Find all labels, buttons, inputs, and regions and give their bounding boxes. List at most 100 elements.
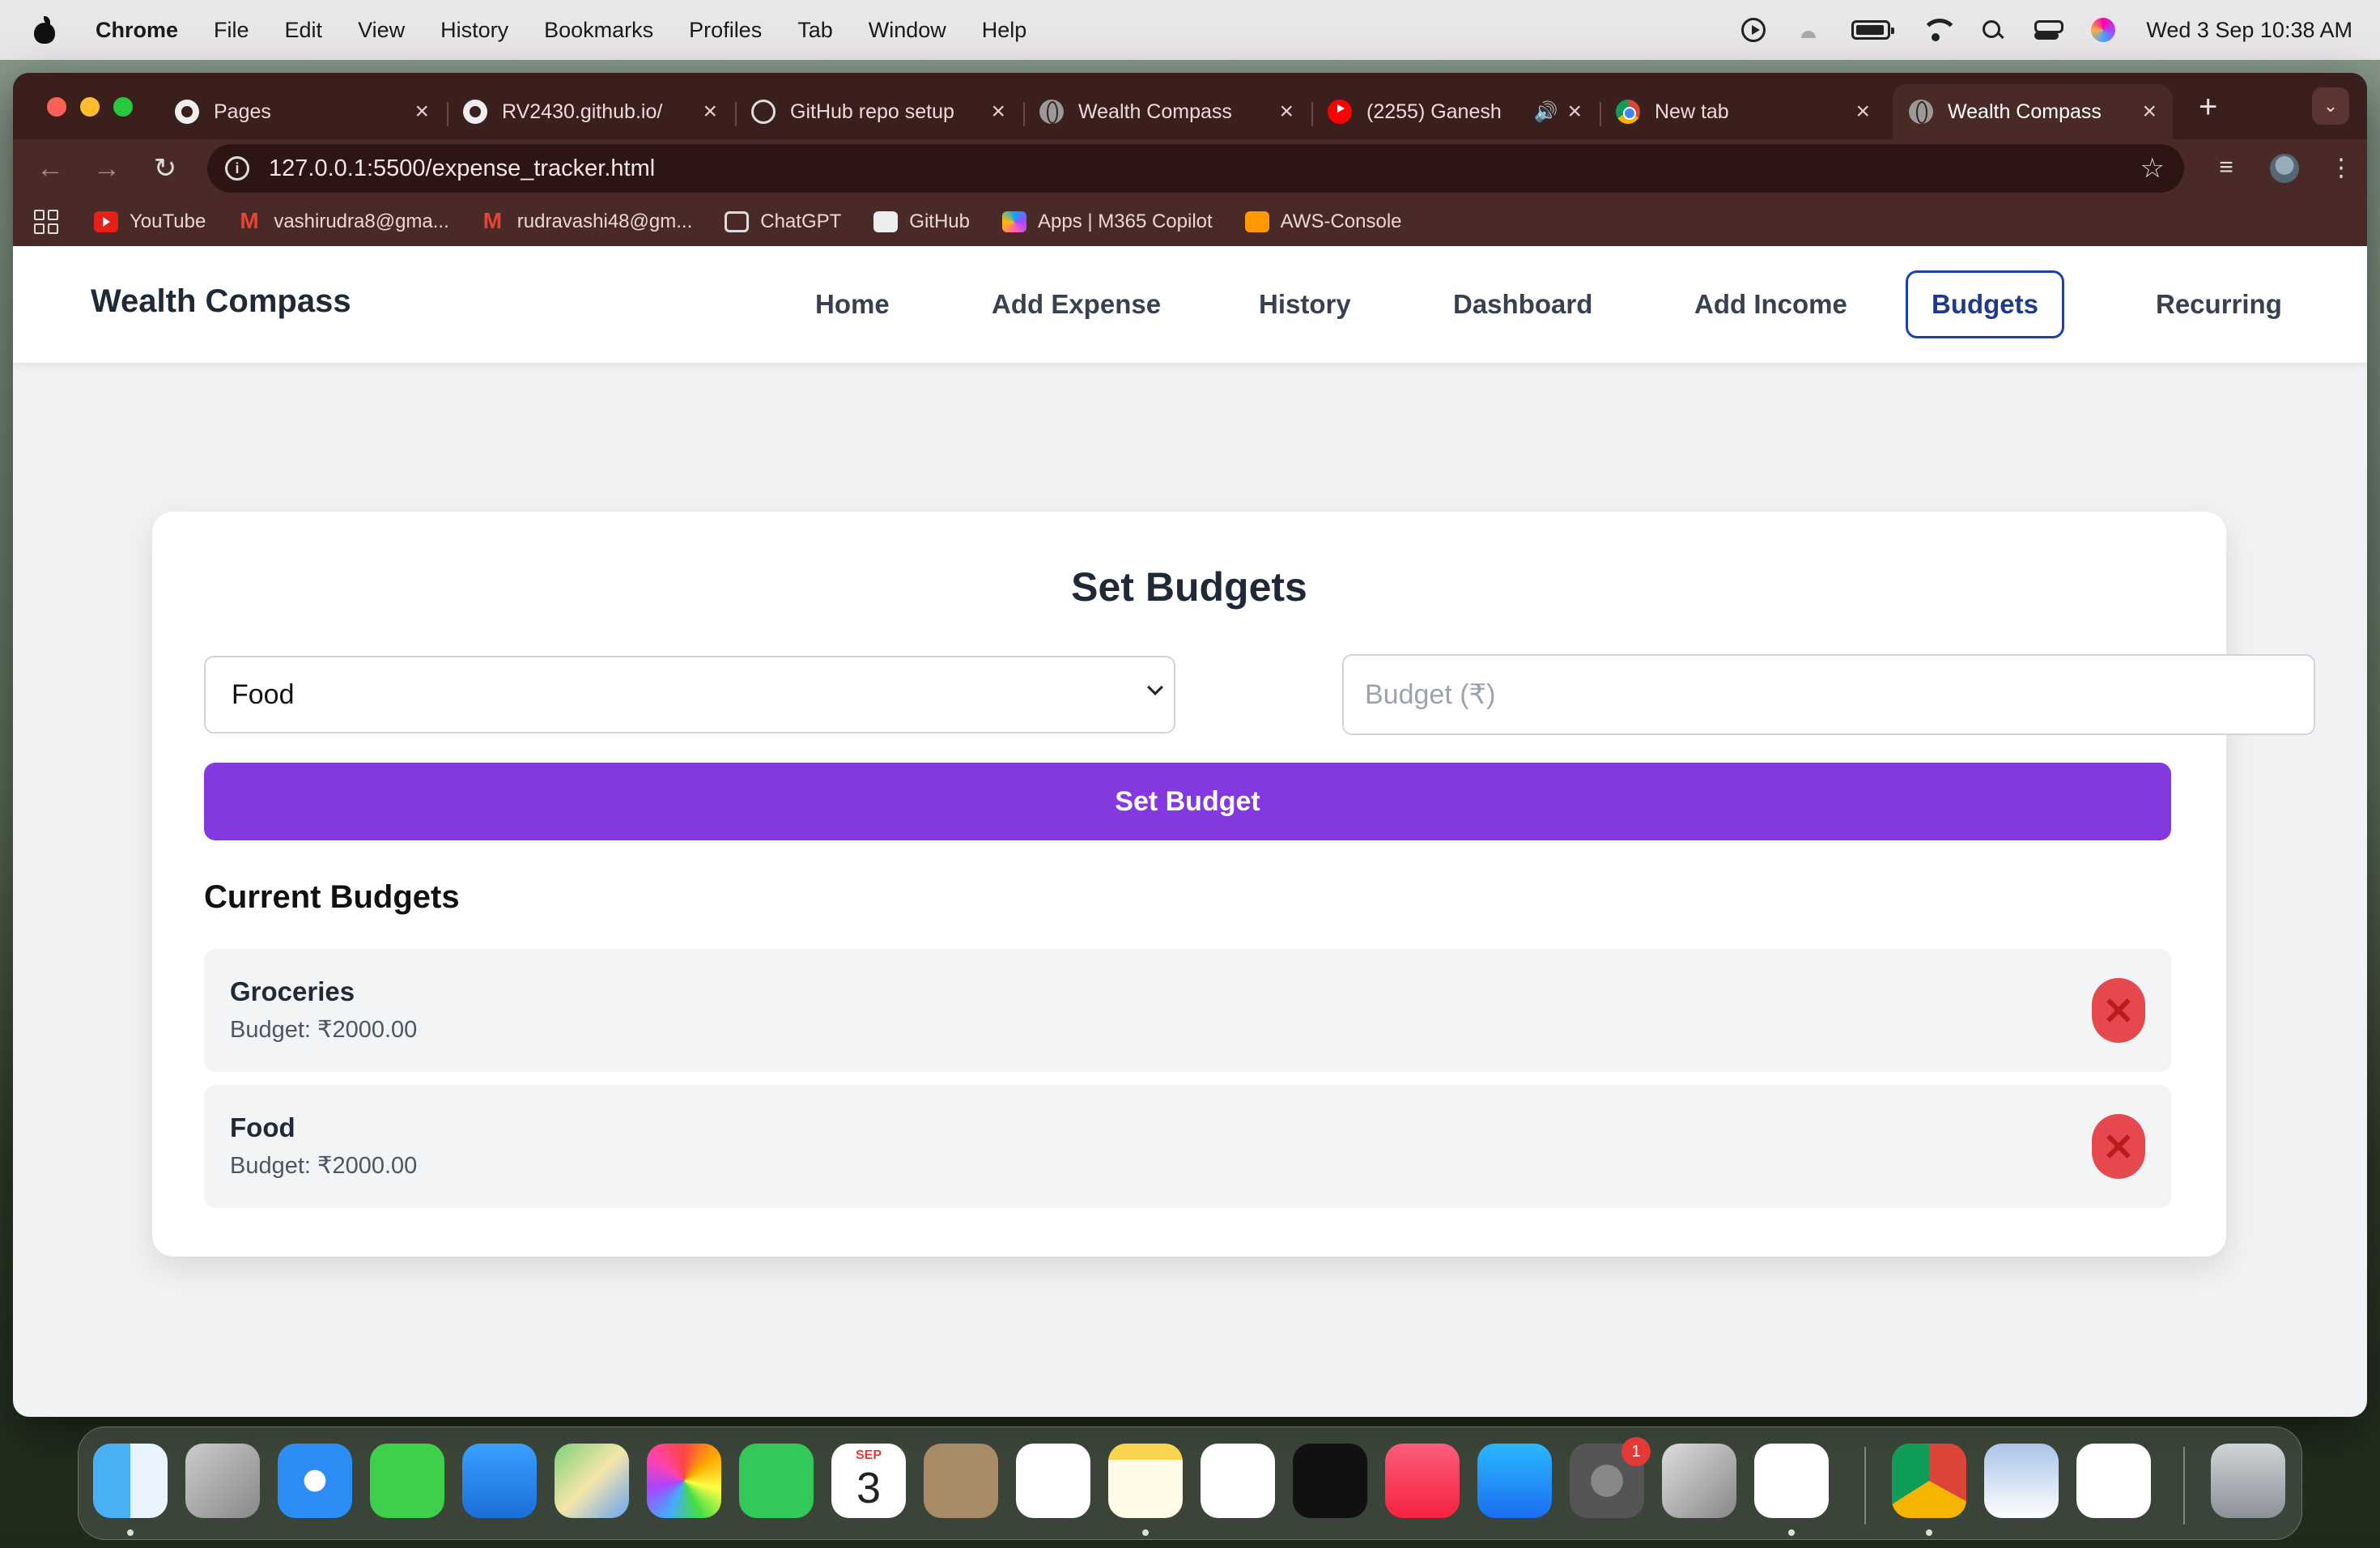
menubar-datetime[interactable]: Wed 3 Sep 10:38 AM	[2146, 18, 2352, 43]
system-settings-icon[interactable]: 1	[1570, 1437, 1651, 1518]
menu-tab[interactable]: Tab	[797, 18, 833, 43]
delete-budget-button[interactable]	[2092, 978, 2145, 1043]
back-icon[interactable]: ←	[34, 152, 66, 185]
browser-tab[interactable]: GitHub repo setup ×	[735, 84, 1022, 139]
bookmark-label: GitHub	[909, 211, 970, 232]
preview-icon[interactable]	[1984, 1444, 2059, 1518]
tab-close-icon[interactable]: ×	[414, 98, 429, 125]
nav-recurring[interactable]: Recurring	[2126, 270, 2312, 338]
dock-separator	[1864, 1447, 1866, 1525]
app-store-icon[interactable]	[1477, 1444, 1552, 1518]
minimize-window-icon[interactable]	[80, 97, 100, 117]
browser-tab[interactable]: Pages ×	[159, 84, 445, 139]
url-text[interactable]: 127.0.0.1:5500/expense_tracker.html	[269, 155, 655, 182]
apps-grid-icon[interactable]	[34, 210, 58, 234]
nav-add-expense[interactable]: Add Expense	[962, 270, 1191, 338]
running-indicator	[127, 1529, 134, 1536]
nav-history[interactable]: History	[1229, 270, 1381, 338]
control-center-icon[interactable]	[2034, 19, 2064, 41]
now-playing-icon[interactable]	[1741, 18, 1766, 42]
speaker-icon[interactable]: 🔊	[1534, 100, 1558, 124]
apple-tv-icon[interactable]	[1293, 1444, 1367, 1518]
reload-icon[interactable]: ↻	[149, 152, 181, 185]
tab-search-chevron-icon[interactable]: ⌄	[2312, 87, 2349, 125]
set-budget-button[interactable]: Set Budget	[204, 763, 2171, 840]
forward-icon[interactable]: →	[91, 152, 123, 185]
tab-close-icon[interactable]: ×	[2142, 98, 2157, 125]
menu-window[interactable]: Window	[869, 18, 946, 43]
profile-avatar[interactable]	[2270, 154, 2299, 183]
close-window-icon[interactable]	[47, 97, 66, 117]
reading-list-icon[interactable]: ≡	[2212, 154, 2241, 183]
photos-icon[interactable]	[647, 1444, 721, 1518]
music-icon[interactable]	[1385, 1444, 1460, 1518]
site-info-icon[interactable]: i	[225, 156, 249, 181]
spotlight-search-icon[interactable]	[1981, 19, 2004, 41]
nav-home[interactable]: Home	[785, 270, 920, 338]
menu-view[interactable]: View	[358, 18, 405, 43]
running-indicator	[1788, 1529, 1795, 1536]
close-icon	[2119, 1132, 2123, 1161]
calendar-icon[interactable]: SEP 3	[831, 1444, 906, 1518]
new-tab-icon[interactable]: +	[2199, 91, 2217, 123]
contacts-icon[interactable]	[924, 1444, 998, 1518]
nav-budgets[interactable]: Budgets	[1906, 270, 2064, 338]
trash-icon[interactable]	[2211, 1444, 2285, 1518]
bookmark-github[interactable]: GitHub	[873, 211, 970, 233]
site-brand[interactable]: Wealth Compass	[91, 283, 351, 320]
notes-icon[interactable]	[1108, 1444, 1183, 1518]
siri-icon[interactable]	[2091, 18, 2116, 42]
calendar-month: SEP	[855, 1448, 882, 1462]
maps-icon[interactable]	[555, 1444, 629, 1518]
browser-tab-active[interactable]: Wealth Compass ×	[1893, 84, 2173, 139]
address-bar[interactable]: i 127.0.0.1:5500/expense_tracker.html ☆	[207, 144, 2184, 193]
bookmark-m365[interactable]: Apps | M365 Copilot	[1001, 211, 1213, 233]
menu-bookmarks[interactable]: Bookmarks	[544, 18, 653, 43]
tab-close-icon[interactable]: ×	[1279, 98, 1294, 125]
safari-icon[interactable]	[278, 1444, 352, 1518]
menu-file[interactable]: File	[214, 18, 249, 43]
menu-history[interactable]: History	[440, 18, 508, 43]
browser-tab[interactable]: (2255) Ganesh 🔊 ×	[1311, 84, 1598, 139]
mail-icon[interactable]	[462, 1444, 537, 1518]
reminders-icon[interactable]	[1016, 1444, 1090, 1518]
nav-dashboard[interactable]: Dashboard	[1423, 270, 1622, 338]
browser-tab[interactable]: New tab ×	[1600, 84, 1886, 139]
menu-profiles[interactable]: Profiles	[689, 18, 762, 43]
tab-close-icon[interactable]: ×	[991, 98, 1005, 125]
wifi-icon[interactable]	[1921, 19, 1959, 41]
bookmark-chatgpt[interactable]: ChatGPT	[725, 211, 841, 233]
bookmark-youtube[interactable]: YouTube	[94, 211, 206, 233]
battery-icon[interactable]	[1851, 20, 1895, 40]
vscode-icon[interactable]	[1754, 1444, 1829, 1518]
bookmark-aws[interactable]: AWS-Console	[1244, 211, 1402, 233]
tab-close-icon[interactable]: ×	[1855, 98, 1870, 125]
menu-app-name[interactable]: Chrome	[96, 18, 178, 43]
bookmark-gmail-2[interactable]: rudravashi48@gm...	[482, 208, 692, 234]
nav-add-income[interactable]: Add Income	[1664, 270, 1877, 338]
chrome-icon[interactable]	[1892, 1444, 1966, 1518]
maximize-window-icon[interactable]	[113, 97, 133, 117]
iphone-mirroring-icon[interactable]	[1662, 1444, 1736, 1518]
menu-help[interactable]: Help	[982, 18, 1027, 43]
freeform-icon[interactable]	[1201, 1444, 1275, 1518]
tab-close-icon[interactable]: ×	[703, 98, 717, 125]
category-select[interactable]: Food	[204, 656, 1175, 734]
brightness-icon[interactable]	[1796, 22, 1821, 38]
facetime-icon[interactable]	[739, 1444, 814, 1518]
delete-budget-button[interactable]	[2092, 1114, 2145, 1179]
messages-icon[interactable]	[370, 1444, 444, 1518]
tab-close-icon[interactable]: ×	[1567, 98, 1582, 125]
launchpad-icon[interactable]	[185, 1444, 260, 1518]
chrome-window: Pages × RV2430.github.io/ × GitHub repo …	[13, 73, 2367, 1417]
apple-icon[interactable]	[32, 16, 57, 44]
menu-edit[interactable]: Edit	[285, 18, 323, 43]
bookmark-gmail-1[interactable]: vashirudra8@gma...	[238, 208, 448, 234]
chrome-menu-icon[interactable]: ⋮	[2327, 154, 2356, 183]
browser-tab[interactable]: Wealth Compass ×	[1023, 84, 1310, 139]
budget-amount-input[interactable]	[1342, 654, 2315, 735]
finder-icon[interactable]	[93, 1444, 168, 1518]
browser-tab[interactable]: RV2430.github.io/ ×	[447, 84, 733, 139]
textedit-icon[interactable]	[2076, 1444, 2151, 1518]
bookmark-star-icon[interactable]: ☆	[2140, 152, 2165, 185]
